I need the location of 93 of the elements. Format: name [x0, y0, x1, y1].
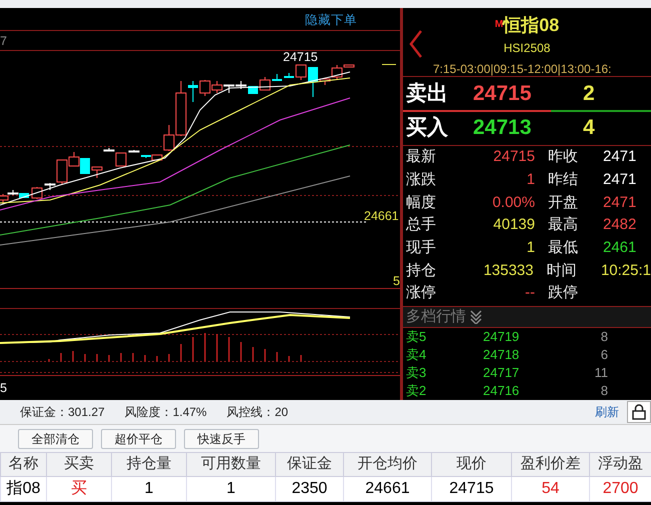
candle — [32, 186, 42, 200]
price-value: 24713 — [472, 115, 532, 142]
expand-icon[interactable] — [470, 310, 482, 324]
depth-volume: 8 — [600, 328, 608, 346]
stat-label: 最低 — [547, 238, 579, 258]
column-header: 开仓均价 — [344, 452, 432, 476]
depth-volume: 8 — [600, 382, 608, 400]
stat-label: 现手 — [405, 238, 437, 258]
table-cell: 买 — [46, 476, 112, 502]
depth-label: 卖4 — [405, 346, 428, 364]
stat-label: 跌停 — [547, 283, 579, 304]
candle — [296, 64, 306, 80]
candle — [80, 158, 90, 174]
stat-value: 135333 — [482, 260, 534, 281]
candle — [284, 72, 294, 78]
position-marker — [382, 64, 396, 65]
depth-price: 24717 — [483, 364, 520, 382]
stat-label: 昨收 — [547, 147, 579, 168]
trading-hours: 7:15-03:00|09:15-12:00|13:00-16: — [433, 62, 612, 76]
side-label: 买入 — [405, 115, 449, 142]
stat-value: 10:25:1 — [600, 260, 651, 281]
column-header: 买卖 — [46, 452, 112, 476]
column-header: 名称 — [0, 452, 46, 476]
depth-price: 24718 — [483, 346, 520, 364]
stat-value: 2471 — [602, 147, 636, 168]
stat-label: 涨停 — [405, 283, 437, 304]
candle — [272, 74, 282, 82]
action-button[interactable]: 快速反手 — [184, 428, 259, 448]
column-header: 浮动盈 — [590, 452, 651, 476]
action-button[interactable]: 全部清仓 — [18, 428, 93, 448]
table-cell: 2350 — [276, 476, 344, 502]
depth-price: 24719 — [483, 328, 520, 346]
depth-label: 卖2 — [405, 382, 428, 400]
table-cell: 1 — [112, 476, 186, 502]
table-cell: 54 — [512, 476, 590, 502]
stat-value: 2471 — [602, 192, 636, 213]
account-info: 风险度：1.47% — [124, 404, 207, 421]
candle — [200, 80, 210, 96]
table-cell: 24715 — [432, 476, 512, 502]
stat-value: -- — [524, 283, 535, 304]
lock-button[interactable] — [627, 401, 651, 423]
candle — [236, 80, 246, 90]
stat-value: 24715 — [492, 147, 535, 168]
candle — [92, 166, 102, 178]
column-header: 可用数量 — [186, 452, 276, 476]
depth-label: 卖3 — [405, 364, 428, 382]
stat-label: 持仓 — [405, 260, 437, 281]
instrument-code: HSI2508 — [504, 41, 550, 55]
column-header: 保证金 — [276, 452, 344, 476]
column-header: 现价 — [432, 452, 512, 476]
candle — [260, 76, 270, 90]
depth-label: 卖5 — [405, 328, 428, 346]
candle — [188, 80, 198, 102]
stat-value: 0.00% — [491, 192, 535, 213]
depth-price: 24716 — [483, 382, 520, 400]
stat-value: 2461 — [602, 238, 636, 258]
stat-value: 40139 — [492, 215, 535, 236]
stat-label: 时间 — [546, 260, 578, 281]
table-cell: 24661 — [344, 476, 432, 502]
stat-label: 涨跌 — [405, 170, 437, 190]
candle — [128, 150, 140, 152]
volume-value: 2 — [583, 80, 595, 107]
action-button[interactable]: 超价平仓 — [101, 428, 176, 448]
price-value: 24715 — [472, 80, 532, 107]
stat-label: 幅度 — [405, 192, 437, 213]
stat-value: 2471 — [602, 170, 636, 190]
stat-label: 最新 — [405, 147, 437, 168]
column-header: 持仓量 — [112, 452, 186, 476]
candle — [308, 66, 318, 98]
axis-label: 5 — [393, 275, 400, 288]
side-label: 卖出 — [405, 80, 449, 107]
depth-volume: 6 — [600, 346, 608, 364]
stat-label: 最高 — [547, 215, 579, 236]
hide-order-link[interactable]: 隐藏下单 — [305, 14, 357, 26]
axis-label: 7 — [0, 35, 7, 48]
column-header: 盈利价差 — [512, 452, 590, 476]
high-price-label: 24715 — [283, 51, 318, 64]
axis-label: 5 — [0, 382, 7, 394]
depth-volume: 11 — [594, 364, 608, 382]
depth-title: 多档行情 — [406, 306, 466, 327]
table-cell: 指08 — [0, 476, 46, 502]
account-info: 风控线：20 — [226, 404, 288, 421]
stat-value: 1 — [526, 238, 535, 258]
stat-value: 2482 — [602, 215, 636, 236]
refresh-link[interactable]: 刷新 — [595, 403, 619, 421]
position-price-label: 24661 — [364, 210, 399, 222]
account-info: 保证金：301.27 — [20, 404, 105, 421]
volume-value: 4 — [583, 115, 595, 142]
stat-label: 开盘 — [547, 192, 579, 213]
stat-label: 昨结 — [547, 170, 579, 190]
table-cell: 1 — [186, 476, 276, 502]
stat-label: 总手 — [405, 215, 437, 236]
stat-value: 1 — [526, 170, 535, 190]
